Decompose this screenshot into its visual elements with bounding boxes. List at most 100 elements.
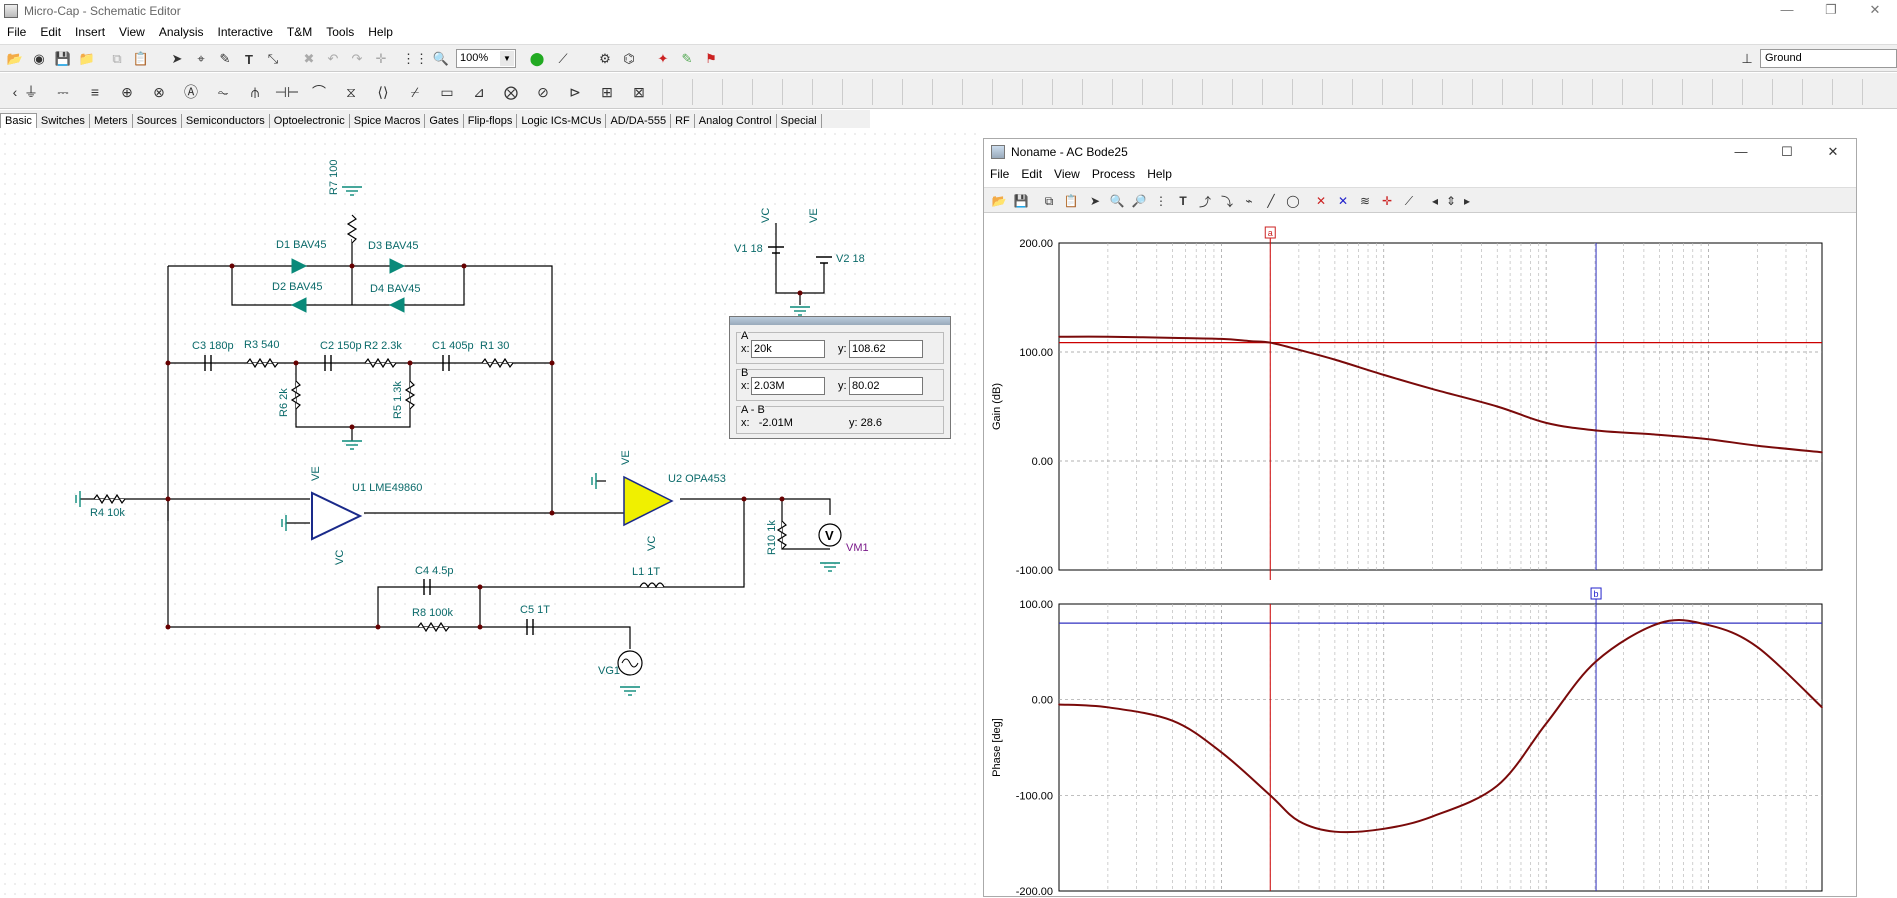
undo-icon[interactable]: ↶	[322, 48, 344, 70]
diode-part-icon[interactable]: ⊳	[562, 79, 588, 105]
empty-part-slot[interactable]	[992, 79, 1018, 105]
empty-part-slot[interactable]	[1292, 79, 1318, 105]
menu-help[interactable]: Help	[361, 25, 400, 39]
menu-insert[interactable]: Insert	[68, 25, 112, 39]
empty-part-slot[interactable]	[1382, 79, 1408, 105]
transistor-part-icon[interactable]: ⟨⟩	[370, 79, 396, 105]
wire-icon[interactable]: ✎	[214, 48, 236, 70]
zoom-select[interactable]: 100% ▼	[456, 49, 516, 68]
web-icon[interactable]: ◉	[28, 48, 50, 70]
menu-tm[interactable]: T&M	[280, 25, 319, 39]
empty-part-slot[interactable]	[752, 79, 778, 105]
switch-part-icon[interactable]: ⌿	[402, 79, 428, 105]
tab-meters[interactable]: Meters	[90, 114, 133, 128]
cursor-a-x-field[interactable]: 20k	[751, 340, 825, 358]
empty-part-slot[interactable]	[1772, 79, 1798, 105]
capacitor-part-icon[interactable]: ≡	[82, 79, 108, 105]
motor-part-icon[interactable]: ⊘	[530, 79, 556, 105]
empty-part-slot[interactable]	[1832, 79, 1858, 105]
menu-view[interactable]: View	[112, 25, 152, 39]
empty-part-slot[interactable]	[812, 79, 838, 105]
maximize-button[interactable]: ❐	[1809, 0, 1853, 22]
save-icon[interactable]: 💾	[52, 48, 74, 70]
tab-sources[interactable]: Sources	[133, 114, 182, 128]
fuse-part-icon[interactable]: ▭	[434, 79, 460, 105]
transformer-part-icon[interactable]: ⧖	[338, 79, 364, 105]
empty-part-slot[interactable]	[1622, 79, 1648, 105]
open-file-icon[interactable]: 📁	[76, 48, 98, 70]
empty-part-slot[interactable]	[1022, 79, 1048, 105]
tab-optoelectronic[interactable]: Optoelectronic	[270, 114, 350, 128]
empty-part-slot[interactable]	[1052, 79, 1078, 105]
empty-part-slot[interactable]	[722, 79, 748, 105]
empty-part-slot[interactable]	[1232, 79, 1258, 105]
delete-icon[interactable]: ✖	[298, 48, 320, 70]
empty-part-slot[interactable]	[1742, 79, 1768, 105]
tab-analog-control[interactable]: Analog Control	[695, 114, 777, 128]
menu-tools[interactable]: Tools	[319, 25, 361, 39]
empty-part-slot[interactable]	[1502, 79, 1528, 105]
cursor-b-y-field[interactable]: 80.02	[849, 377, 923, 395]
opamp-part-icon[interactable]: ⊿	[466, 79, 492, 105]
meter-part-icon[interactable]: Ⓐ	[178, 79, 204, 105]
zoom-icon[interactable]: 🔍	[430, 48, 452, 70]
grid-icon[interactable]: ⋮⋮	[402, 48, 428, 70]
empty-part-slot[interactable]	[1562, 79, 1588, 105]
text-icon[interactable]: T	[238, 48, 260, 70]
empty-part-slot[interactable]	[1112, 79, 1138, 105]
ground-select[interactable]: Ground	[1760, 49, 1897, 68]
resistor-part-icon[interactable]: ⏦	[210, 79, 236, 105]
tab-logic-ics[interactable]: Logic ICs-MCUs	[517, 114, 607, 128]
minimize-button[interactable]: —	[1765, 0, 1809, 22]
empty-part-slot[interactable]	[1712, 79, 1738, 105]
empty-part-slot[interactable]	[692, 79, 718, 105]
select-arrow-icon[interactable]: ➤	[166, 48, 188, 70]
empty-part-slot[interactable]	[1412, 79, 1438, 105]
run-analysis-icon[interactable]: ✦	[652, 48, 674, 70]
empty-part-slot[interactable]	[782, 79, 808, 105]
empty-part-slot[interactable]	[1592, 79, 1618, 105]
voltage-source-part-icon[interactable]: ⊕	[114, 79, 140, 105]
menu-file[interactable]: File	[0, 25, 33, 39]
component-mode-icon[interactable]: ⌖	[190, 48, 212, 70]
dc-analysis-icon[interactable]: ⬤	[526, 48, 548, 70]
menu-analysis[interactable]: Analysis	[152, 25, 211, 39]
ground-tool-icon[interactable]: ⊥	[1736, 48, 1758, 70]
tab-flip-flops[interactable]: Flip-flops	[464, 114, 518, 128]
empty-part-slot[interactable]	[842, 79, 868, 105]
current-source-part-icon[interactable]: ⊗	[146, 79, 172, 105]
tab-semiconductors[interactable]: Semiconductors	[182, 114, 270, 128]
lamp-part-icon[interactable]: ⨂	[498, 79, 524, 105]
inductor-part-icon[interactable]: ⌒	[306, 79, 332, 105]
menu-edit[interactable]: Edit	[33, 25, 68, 39]
paste-icon[interactable]: 📋	[130, 48, 152, 70]
tab-spice-macros[interactable]: Spice Macros	[350, 114, 426, 128]
empty-part-slot[interactable]	[1202, 79, 1228, 105]
empty-part-slot[interactable]	[1322, 79, 1348, 105]
empty-part-slot[interactable]	[1862, 79, 1888, 105]
tab-switches[interactable]: Switches	[37, 114, 90, 128]
copy-icon[interactable]: ⧉	[106, 48, 128, 70]
empty-part-slot[interactable]	[1262, 79, 1288, 105]
empty-part-slot[interactable]	[1442, 79, 1468, 105]
tab-special[interactable]: Special	[777, 114, 822, 128]
diagonal-wire-icon[interactable]: ⤡	[262, 48, 284, 70]
ground-probe-icon[interactable]: ⚑	[700, 48, 722, 70]
battery-part-icon[interactable]: ⎓	[50, 79, 76, 105]
probe-icon[interactable]: ⟋	[552, 48, 574, 70]
empty-part-slot[interactable]	[1802, 79, 1828, 105]
close-button[interactable]: ✕	[1853, 0, 1897, 22]
tab-basic[interactable]: Basic	[0, 113, 37, 128]
tab-ad-da-555[interactable]: AD/DA-555	[606, 114, 672, 128]
empty-part-slot[interactable]	[962, 79, 988, 105]
empty-part-slot[interactable]	[1472, 79, 1498, 105]
empty-part-slot[interactable]	[1082, 79, 1108, 105]
potentiometer-part-icon[interactable]: ⫛	[242, 79, 268, 105]
node-numbers-icon[interactable]: ⚙	[594, 48, 616, 70]
ground-part-icon[interactable]: ⏚	[18, 79, 44, 105]
empty-part-slot[interactable]	[1682, 79, 1708, 105]
empty-part-slot[interactable]	[932, 79, 958, 105]
empty-part-slot[interactable]	[1652, 79, 1678, 105]
empty-part-slot[interactable]	[1142, 79, 1168, 105]
menu-interactive[interactable]: Interactive	[211, 25, 280, 39]
